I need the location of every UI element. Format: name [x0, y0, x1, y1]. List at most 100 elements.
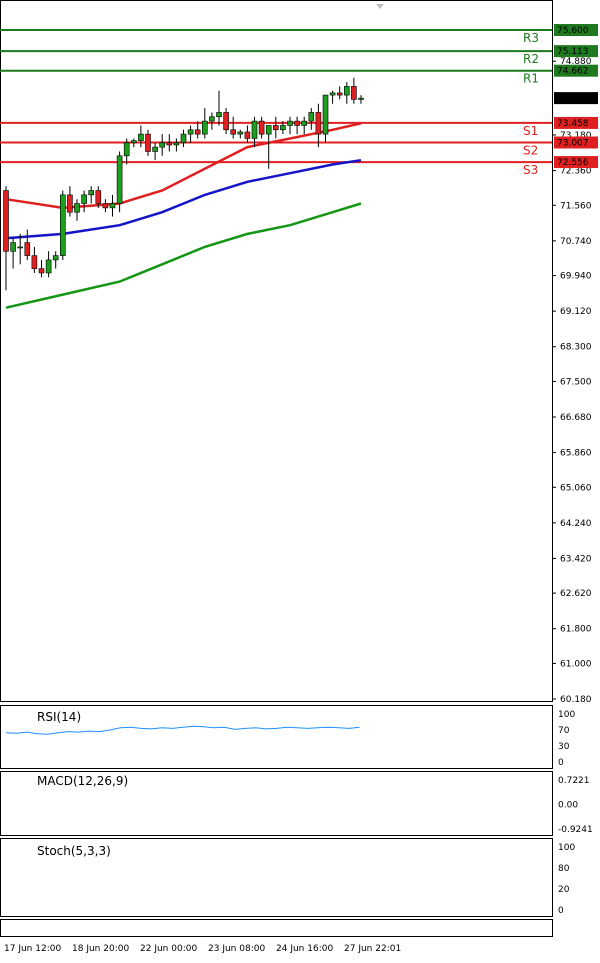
- x-tick-label: 24 Jun 16:00: [276, 944, 333, 954]
- candle-body: [265, 125, 272, 135]
- candle-body: [358, 97, 364, 100]
- candle-body: [88, 190, 94, 196]
- candle-body: [351, 86, 357, 100]
- rsi-panel: [0, 705, 553, 769]
- price-tick-label: 65.860: [560, 449, 592, 459]
- level-name-r2: R2: [523, 52, 539, 66]
- candle-body: [209, 116, 215, 122]
- x-tick-label: 18 Jun 20:00: [72, 944, 129, 954]
- candle-body: [322, 94, 329, 135]
- level-value-r3: 75.600: [557, 26, 589, 36]
- main-panel: [0, 0, 553, 702]
- candle-body: [10, 242, 16, 252]
- indicator-axis-label: 30: [558, 742, 570, 752]
- candle-body: [315, 112, 322, 135]
- level-value-s3: 72.556: [557, 158, 589, 168]
- candle-body: [95, 190, 102, 204]
- price-tick-label: 69.120: [560, 307, 592, 317]
- candle-body: [152, 146, 158, 152]
- candle-body: [251, 120, 258, 139]
- level-value-r2: 75.113: [557, 47, 589, 57]
- level-name-s3: S3: [523, 163, 538, 177]
- price-tick-label: 64.240: [560, 519, 592, 529]
- candle-body: [194, 129, 201, 135]
- level-value-s2: 73.007: [557, 138, 589, 148]
- price-tick-label: 71.560: [560, 201, 592, 211]
- macd-title: MACD(12,26,9): [37, 774, 128, 788]
- indicator-axis-label: 0.00: [558, 801, 578, 811]
- x-tick-label: 17 Jun 12:00: [4, 944, 61, 954]
- rsi-title: RSI(14): [37, 710, 81, 724]
- candle-body: [280, 125, 286, 131]
- candle-body: [180, 133, 187, 144]
- candle-body: [102, 203, 109, 209]
- candle-body: [131, 140, 137, 144]
- candle-body: [59, 194, 66, 256]
- candle-body: [31, 255, 38, 269]
- candle-body: [230, 129, 236, 135]
- price-tick-label: 61.800: [560, 625, 592, 635]
- x-tick-label: 23 Jun 08:00: [208, 944, 265, 954]
- candle-body: [74, 203, 80, 213]
- indicator-axis-label: 0.7221: [558, 776, 590, 786]
- price-tick-label: 66.680: [560, 413, 592, 423]
- indicator-axis-label: 70: [558, 726, 570, 736]
- candle-body: [38, 268, 45, 274]
- level-value-r1: 74.662: [557, 67, 589, 77]
- stoch-title: Stoch(5,3,3): [37, 844, 111, 858]
- indicator-axis-label: 100: [558, 710, 575, 720]
- price-tick-label: 60.180: [560, 695, 592, 705]
- candle-body: [216, 112, 222, 118]
- candle-body: [223, 112, 229, 131]
- candle-body: [202, 120, 208, 135]
- indicator-axis-label: 20: [558, 885, 570, 895]
- price-tick-label: 65.060: [560, 483, 592, 493]
- price-tick-label: 69.940: [560, 272, 592, 282]
- price-chart: 74.88073.18072.36071.56070.74069.94069.1…: [0, 0, 598, 954]
- indicator-axis-label: -0.9241: [558, 825, 593, 835]
- candle-body: [81, 194, 87, 204]
- candle-body: [336, 92, 343, 96]
- candle-body: [244, 131, 251, 139]
- candle-body: [3, 190, 9, 252]
- x-axis-panel: [0, 919, 553, 937]
- indicator-axis-label: 0: [558, 758, 564, 768]
- candle-body: [343, 86, 350, 96]
- indicator-axis-label: 100: [558, 843, 575, 853]
- candle-body: [237, 131, 244, 135]
- candle-body: [45, 259, 52, 274]
- level-name-s1: S1: [523, 124, 538, 138]
- candle-body: [145, 133, 151, 152]
- candle-body: [123, 142, 130, 157]
- candle-body: [24, 242, 31, 256]
- candle-body: [187, 129, 194, 135]
- level-value-s1: 73.458: [557, 119, 589, 129]
- candle-body: [116, 155, 123, 204]
- indicator-axis-label: 0: [558, 906, 564, 916]
- candle-body: [138, 133, 144, 141]
- price-tick-label: 67.500: [560, 377, 592, 387]
- price-tick-label: 70.740: [560, 237, 592, 247]
- candle-body: [159, 142, 165, 148]
- level-name-r1: R1: [523, 72, 539, 86]
- candle-body: [272, 125, 279, 131]
- candle-body: [17, 246, 24, 249]
- candle-body: [173, 142, 180, 146]
- level-name-r3: R3: [523, 31, 539, 45]
- candle-body: [52, 255, 59, 261]
- price-tick-label: 61.000: [560, 659, 592, 669]
- x-tick-label: 22 Jun 00:00: [140, 944, 197, 954]
- price-tick-label: 63.420: [560, 554, 592, 564]
- candle-body: [258, 120, 265, 135]
- candle-body: [67, 194, 73, 213]
- current-price-label: 74.030: [557, 94, 589, 104]
- candle-body: [166, 142, 173, 146]
- level-name-s2: S2: [523, 143, 538, 157]
- price-tick-label: 62.620: [560, 589, 592, 599]
- x-tick-label: 27 Jun 22:01: [344, 944, 401, 954]
- candle-body: [329, 92, 336, 96]
- price-tick-label: 68.300: [560, 343, 592, 353]
- candle-body: [294, 120, 300, 126]
- candle-body: [287, 120, 293, 126]
- candle-body: [301, 120, 308, 126]
